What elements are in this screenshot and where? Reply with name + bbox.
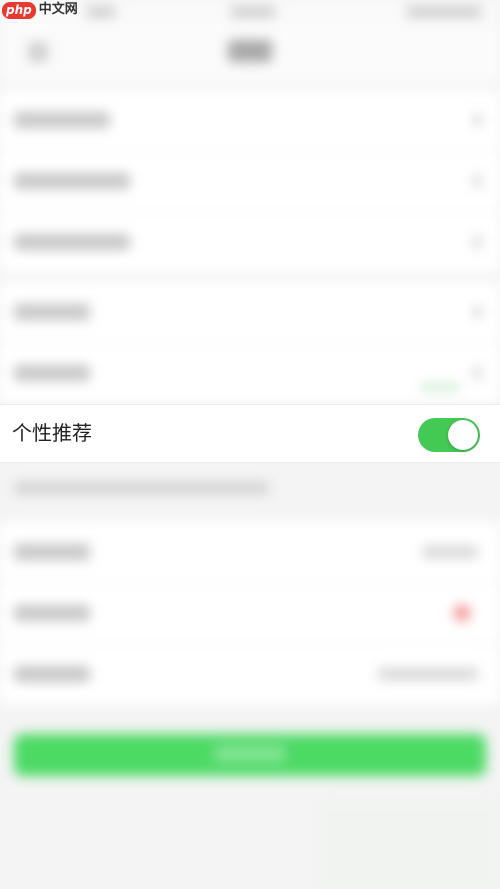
personalized-recommendation-label: 个性推荐 (12, 421, 92, 445)
red-dot-badge (454, 605, 470, 621)
status-time (230, 7, 276, 17)
status-signal (86, 7, 116, 17)
personalized-recommendation-row: 个性推荐 (0, 404, 500, 463)
toggle-knob (448, 420, 478, 450)
watermark-text: 中文网 (38, 2, 78, 17)
page-title (228, 40, 272, 62)
site-watermark: php 中文网 (2, 0, 78, 20)
settings-group-1 (0, 90, 500, 272)
chevron-right-icon (473, 306, 482, 318)
settings-row[interactable] (0, 343, 500, 403)
chevron-right-icon (473, 175, 482, 187)
settings-row[interactable] (0, 282, 500, 343)
settings-row[interactable] (0, 522, 500, 583)
nav-bar (0, 24, 500, 85)
settings-row[interactable] (0, 644, 500, 704)
personalized-recommendation-toggle[interactable] (418, 418, 480, 452)
status-battery (406, 7, 482, 17)
watermark-badge: php (2, 1, 36, 19)
back-icon[interactable] (28, 42, 48, 62)
chevron-right-icon (473, 367, 482, 379)
settings-row[interactable] (0, 90, 500, 151)
chevron-right-icon (473, 114, 482, 126)
settings-row[interactable] (0, 212, 500, 272)
settings-row[interactable] (0, 583, 500, 644)
settings-row[interactable] (0, 151, 500, 212)
chevron-right-icon (473, 236, 482, 248)
settings-group-3 (0, 522, 500, 704)
hint-text (14, 482, 269, 494)
